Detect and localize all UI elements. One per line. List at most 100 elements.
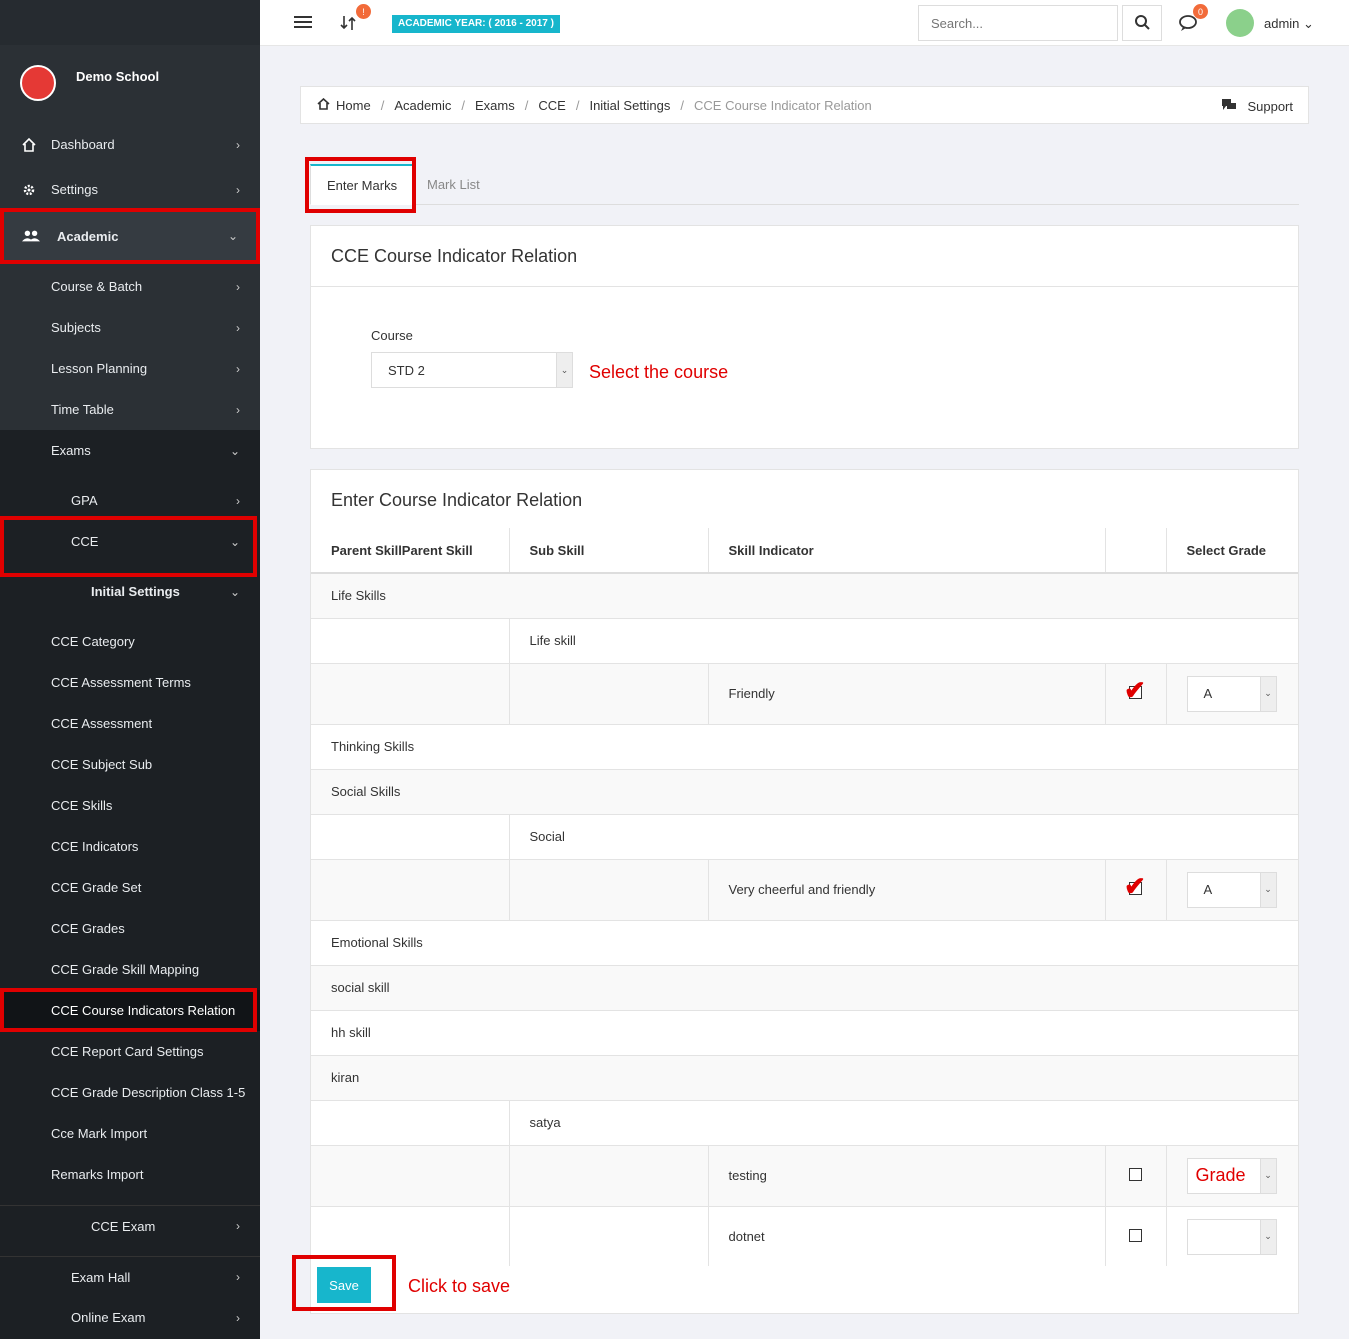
sidebar-label: Initial Settings [91, 584, 180, 599]
sidebar-label: Remarks Import [51, 1167, 144, 1182]
sidebar-label: Subjects [51, 320, 101, 335]
avatar[interactable] [1226, 9, 1254, 37]
sidebar-item-cce-skills[interactable]: CCE Skills [0, 785, 260, 826]
checkmark-icon: ✔ [1124, 870, 1146, 901]
sidebar-item-settings[interactable]: Settings › [0, 169, 260, 210]
sidebar-item-cce-course-indicators-relation[interactable]: CCE Course Indicators Relation [0, 990, 260, 1031]
empty-cell [311, 813, 510, 859]
tab-enter-marks[interactable]: Enter Marks [310, 164, 415, 205]
sidebar-label: CCE Assessment [51, 716, 153, 731]
tab-mark-list[interactable]: Mark List [411, 164, 496, 205]
sidebar-item-exam-hall[interactable]: Exam Hall › [0, 1256, 260, 1297]
breadcrumb-separator: / [575, 97, 580, 113]
table-row: satya [311, 1099, 1298, 1145]
sidebar-item-cce-mark-import[interactable]: Cce Mark Import [0, 1113, 260, 1154]
grade-select[interactable]: A ⌄ [1186, 871, 1277, 908]
sidebar-item-cce-grade-set[interactable]: CCE Grade Set [0, 867, 260, 908]
grade-select[interactable]: ⌄ [1186, 1218, 1277, 1255]
sidebar-item-cce[interactable]: CCE ⌄ [0, 521, 260, 562]
table-header-row: Parent SkillParent Skill Sub Skill Skill… [311, 528, 1298, 574]
indicator-checkbox[interactable]: ✔ [1124, 677, 1146, 703]
chevron-right-icon: › [236, 137, 240, 152]
divider [311, 286, 1298, 287]
table-row: Thinking Skills [311, 723, 1298, 769]
sidebar-label: CCE Grade Skill Mapping [51, 962, 200, 977]
swap-icon[interactable] [340, 14, 356, 35]
hamburger-menu-icon[interactable] [294, 14, 312, 33]
sidebar-item-academic[interactable]: Academic ⌄ [0, 214, 260, 258]
empty-cell [311, 1099, 510, 1145]
save-button[interactable]: Save [317, 1267, 371, 1303]
indicator-cell: dotnet [708, 1205, 1106, 1266]
sidebar-item-lesson-planning[interactable]: Lesson Planning › [0, 348, 260, 389]
search-input[interactable] [918, 5, 1118, 41]
sidebar-item-online-exam[interactable]: Online Exam › [0, 1297, 260, 1338]
sidebar-item-cce-subject-sub[interactable]: CCE Subject Sub [0, 744, 260, 785]
user-menu[interactable]: admin ⌄ [1264, 16, 1314, 32]
sidebar-label: GPA [71, 493, 98, 508]
sidebar-label: CCE Grade Description Class 1-5 [51, 1085, 246, 1100]
gear-icon [20, 181, 38, 199]
empty-cell [509, 1144, 709, 1206]
academic-year-badge[interactable]: ACADEMIC YEAR: ( 2016 - 2017 ) [392, 15, 560, 33]
sidebar-item-cce-grades[interactable]: CCE Grades [0, 908, 260, 949]
course-select[interactable]: STD 2 ⌄ [371, 352, 573, 388]
sidebar-item-remarks-import[interactable]: Remarks Import [0, 1154, 260, 1195]
sidebar-label: Dashboard [51, 137, 115, 152]
sidebar-item-cce-grade-skill-mapping[interactable]: CCE Grade Skill Mapping [0, 949, 260, 990]
indicator-checkbox[interactable]: ✔ [1124, 873, 1146, 899]
chevron-right-icon: › [236, 1310, 240, 1325]
indicator-checkbox[interactable] [1129, 1167, 1142, 1181]
sidebar-item-exams[interactable]: Exams ⌄ [0, 430, 260, 471]
support-link[interactable]: Support [1221, 98, 1293, 115]
table-row: Very cheerful and friendly ✔ A ⌄ [311, 858, 1298, 920]
school-brand[interactable]: Demo School [0, 55, 260, 110]
breadcrumb-exams[interactable]: Exams [475, 98, 515, 113]
grade-cell: A ⌄ [1166, 858, 1298, 920]
breadcrumb-home[interactable]: Home [336, 98, 371, 113]
parent-skill-cell: Social Skills [311, 768, 1298, 814]
sub-skill-cell: Life skill [509, 617, 1298, 663]
chevron-down-icon: ⌄ [229, 584, 240, 599]
sidebar-item-dashboard[interactable]: Dashboard › [0, 124, 260, 165]
sidebar-item-cce-category[interactable]: CCE Category [0, 621, 260, 662]
sidebar-item-cce-report-card-settings[interactable]: CCE Report Card Settings [0, 1031, 260, 1072]
sidebar-item-cce-assessment-terms[interactable]: CCE Assessment Terms [0, 662, 260, 703]
sidebar-label: CCE Course Indicators Relation [51, 1003, 236, 1018]
course-panel: CCE Course Indicator Relation Course STD… [310, 225, 1299, 449]
sidebar-item-cce-indicators[interactable]: CCE Indicators [0, 826, 260, 867]
sidebar-item-cce-assessment[interactable]: CCE Assessment [0, 703, 260, 744]
sidebar-label: Course & Batch [51, 279, 143, 294]
table-row: Social [311, 813, 1298, 859]
search-button[interactable] [1122, 5, 1162, 41]
sidebar-label: Lesson Planning [51, 361, 148, 376]
relation-panel-title: Enter Course Indicator Relation [331, 490, 583, 510]
chevron-right-icon: › [236, 279, 240, 294]
sidebar-item-cce-exam[interactable]: CCE Exam › [0, 1205, 260, 1246]
table-row: testing Grade ⌄ [311, 1144, 1298, 1206]
grade-select[interactable]: A ⌄ [1186, 675, 1277, 712]
breadcrumb-academic[interactable]: Academic [394, 98, 451, 113]
school-logo [20, 65, 56, 101]
sidebar-item-gpa[interactable]: GPA › [0, 480, 260, 521]
sidebar-label: Cce Mark Import [51, 1126, 148, 1141]
sidebar-item-cce-grade-description[interactable]: CCE Grade Description Class 1-5 [0, 1072, 260, 1113]
empty-cell [509, 858, 709, 920]
sidebar-item-initial-settings[interactable]: Initial Settings ⌄ [0, 571, 260, 612]
support-chat-icon [1221, 98, 1237, 115]
sidebar-item-subjects[interactable]: Subjects › [0, 307, 260, 348]
parent-skill-cell: Emotional Skills [311, 919, 1298, 965]
sidebar-item-time-table[interactable]: Time Table › [0, 389, 260, 430]
chevron-down-icon: ⌄ [227, 229, 238, 243]
grade-select[interactable]: Grade ⌄ [1186, 1157, 1277, 1194]
course-select-value: STD 2 [388, 362, 425, 378]
breadcrumb-cce[interactable]: CCE [538, 98, 565, 113]
sidebar-item-course-batch[interactable]: Course & Batch › [0, 266, 260, 307]
indicator-checkbox[interactable] [1129, 1228, 1142, 1242]
course-panel-title: CCE Course Indicator Relation [331, 246, 578, 266]
breadcrumb-separator: / [680, 97, 685, 113]
relation-panel: Enter Course Indicator Relation Parent S… [310, 469, 1299, 1314]
breadcrumb-initial-settings[interactable]: Initial Settings [589, 98, 670, 113]
parent-skill-cell: Life Skills [311, 572, 1298, 618]
sub-skill-cell: satya [509, 1099, 1298, 1145]
